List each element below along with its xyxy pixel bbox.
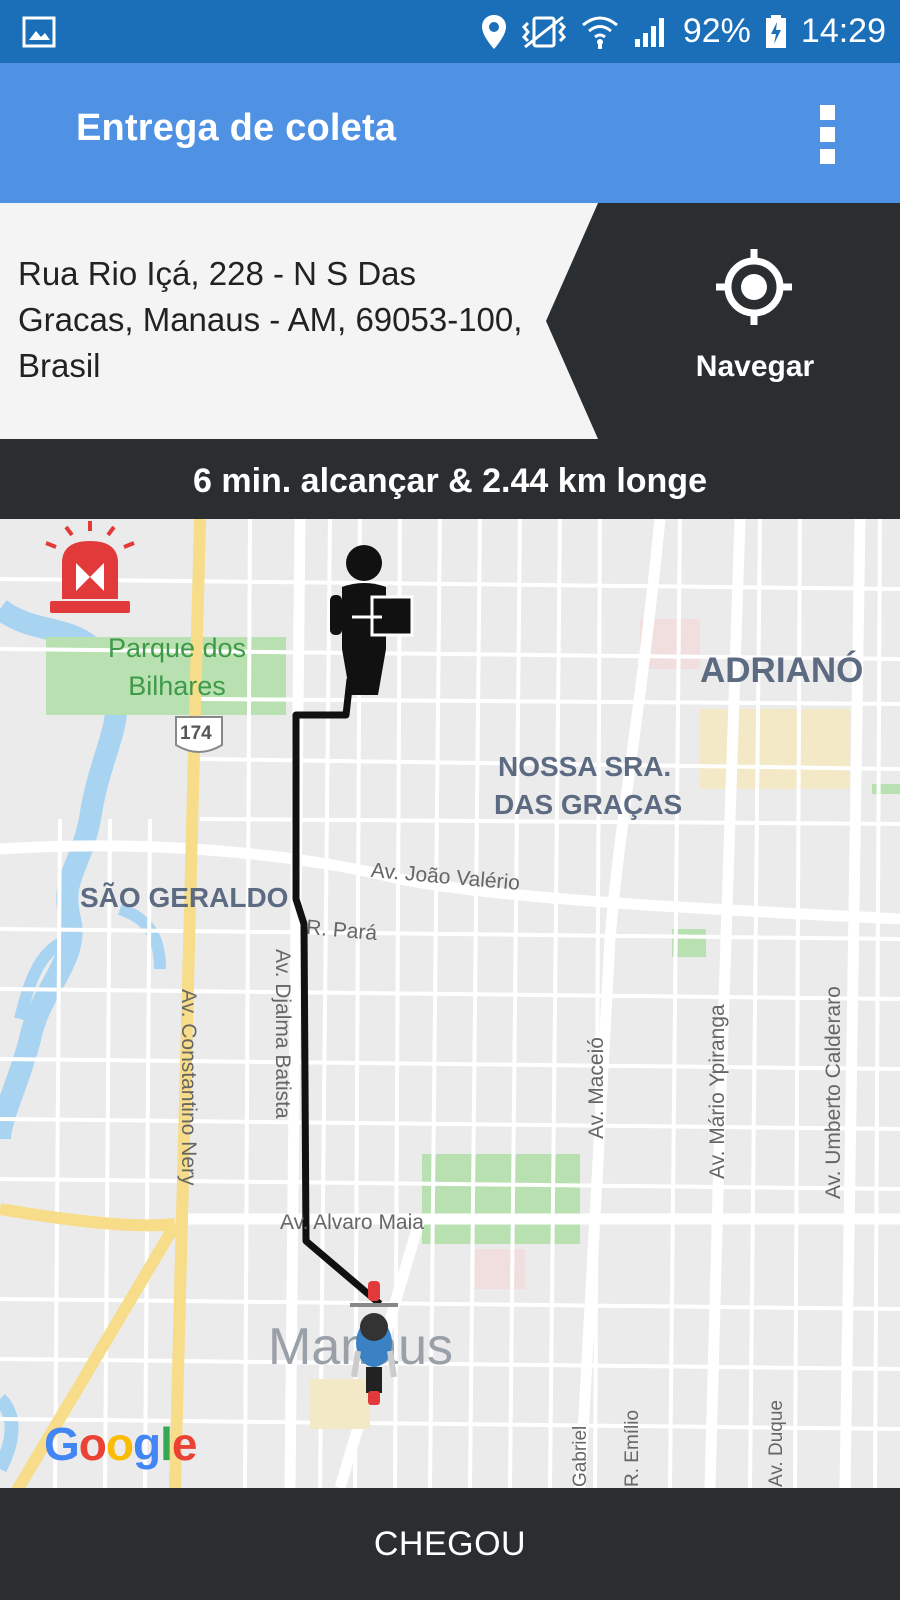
gps-target-icon <box>716 249 792 325</box>
arrived-button[interactable]: CHEGOU <box>0 1488 900 1600</box>
image-icon <box>22 16 56 48</box>
neighborhood-label: NOSSA SRA. <box>498 751 672 782</box>
neighborhood-label: DAS GRAÇAS <box>494 789 683 820</box>
neighborhood-label: SÃO GERALDO <box>80 882 289 913</box>
motorbike-rider-icon <box>350 1281 398 1405</box>
google-logo: Google <box>44 1418 197 1470</box>
alarm-siren-icon[interactable] <box>42 519 138 619</box>
more-vert-icon[interactable] <box>820 105 838 165</box>
address-panel: Rua Rio Içá, 228 - N S Das Gracas, Manau… <box>0 203 900 439</box>
app-bar: Entrega de coleta <box>0 63 900 203</box>
street-label: Av. Alvaro Maia <box>280 1211 424 1234</box>
street-label: Av. Umberto Calderaro <box>822 986 845 1199</box>
route-174-label: 174 <box>180 723 212 744</box>
street-label: Av. Maceió <box>585 1037 608 1139</box>
wifi-icon <box>581 16 618 49</box>
navigate-label: Navegar <box>695 350 815 383</box>
navigate-button[interactable]: Navegar <box>650 203 900 439</box>
street-label: R. Emílio <box>622 1409 643 1487</box>
location-icon <box>481 14 506 49</box>
neighborhood-label: ADRIANÓ <box>700 651 864 690</box>
park-area <box>422 1154 580 1244</box>
status-bar: 92% 14:29 <box>0 0 900 63</box>
battery-percent: 92% <box>682 12 751 50</box>
clock: 14:29 <box>800 12 886 50</box>
park-label: Parque dos Bilhares <box>107 633 247 701</box>
street-label: Gabriel <box>570 1425 591 1487</box>
signal-icon <box>634 17 664 47</box>
battery-charging-icon <box>765 14 786 48</box>
street-label: Av. Djalma Batista <box>271 949 294 1119</box>
vibrate-icon <box>521 15 566 48</box>
eta-banner: 6 min. alcançar & 2.44 km longe <box>0 439 900 519</box>
map-view[interactable]: Parque dos Bilhares 174 ADRIANÓ NOSSA SR… <box>0 519 900 1488</box>
street-label: Av. Duque <box>766 1400 787 1487</box>
street-label: Av. Mário Ypiranga <box>706 1004 729 1179</box>
destination-address: Rua Rio Içá, 228 - N S Das Gracas, Manau… <box>18 255 523 384</box>
street-label: Av. Constantino Nery <box>177 989 200 1186</box>
delivery-person-icon <box>330 545 414 695</box>
page-title: Entrega de coleta <box>76 107 397 149</box>
